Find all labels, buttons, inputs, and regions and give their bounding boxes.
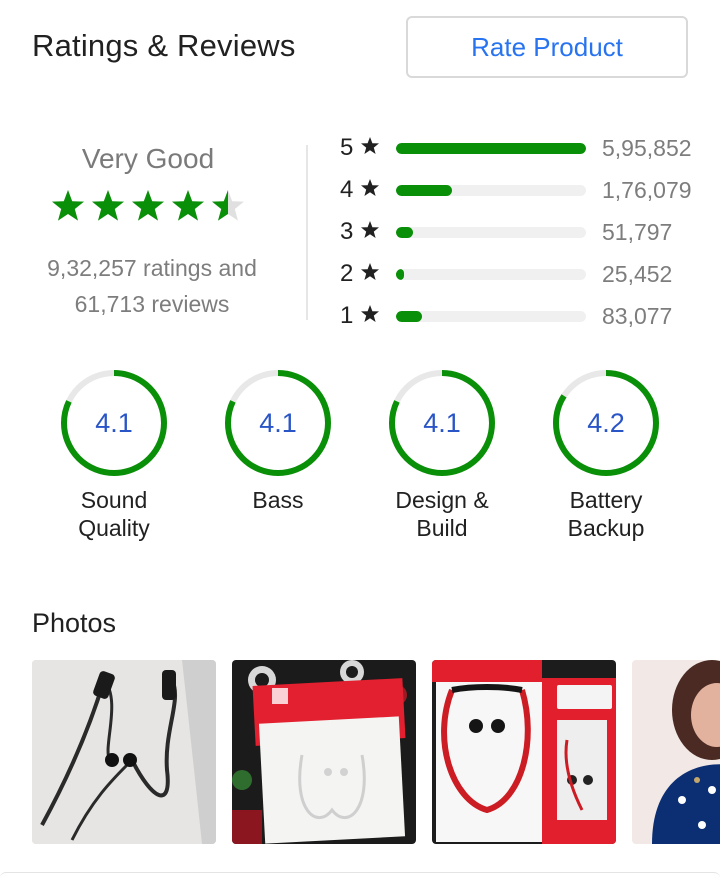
photo-strip[interactable] (32, 660, 720, 844)
aspect-rating-2[interactable]: 4.1 Bass (196, 368, 360, 558)
aspect-score: 4.1 (95, 407, 133, 438)
neckband-photo-icon (32, 660, 216, 844)
star-icon (361, 137, 379, 154)
rating-verdict: Very Good (81, 143, 215, 174)
distribution-count: 51,797 (602, 219, 673, 245)
section-title: Ratings & Reviews (32, 28, 296, 63)
review-photo-3[interactable] (432, 660, 616, 844)
rating-counts: 9,32,257 ratings and 61,713 reviews (0, 250, 304, 322)
distribution-count: 83,077 (602, 303, 673, 329)
distribution-bar-fill (396, 311, 423, 322)
distribution-row-3-star: 3 51,797 (340, 214, 710, 254)
person-photo-icon (632, 660, 720, 844)
star-icon (52, 190, 84, 221)
distribution-star-label: 5 (340, 134, 354, 161)
distribution-bar-fill (396, 227, 413, 238)
distribution-count: 1,76,079 (602, 177, 692, 203)
aspect-rating-4[interactable]: 4.2 Battery Backup (524, 368, 688, 558)
aspect-name-line1: Design & (395, 487, 489, 513)
next-section-card (0, 872, 720, 883)
rating-summary: Very Good 9,32,257 ratings and 61,713 re… (0, 130, 300, 330)
distribution-bar-track (396, 143, 586, 154)
distribution-count: 25,452 (602, 261, 673, 287)
red-neckband-photo-icon (432, 660, 616, 844)
star-icon (361, 221, 379, 238)
aspect-name-line1: Battery (569, 487, 643, 513)
aspect-name-line1: Sound (80, 487, 148, 513)
distribution-bar-track (396, 227, 586, 238)
distribution-bar-fill (396, 185, 453, 196)
review-photo-1[interactable] (32, 660, 216, 844)
aspect-score: 4.2 (587, 407, 625, 438)
distribution-star-label: 3 (340, 218, 354, 245)
star-icon (92, 190, 124, 221)
aspect-name: Sound Quality (32, 486, 196, 542)
star-icon (361, 305, 379, 322)
reviews-count: 61,713 reviews (74, 291, 230, 317)
photos-title: Photos (32, 608, 117, 638)
distribution-bar-track (396, 311, 586, 322)
aspect-name-line2: Quality (78, 515, 150, 541)
ratings-count: 9,32,257 ratings and (47, 255, 257, 281)
aspect-rating-1[interactable]: 4.1 Sound Quality (32, 368, 196, 558)
aspect-name: Design & Build (360, 486, 524, 542)
aspect-name: Battery Backup (524, 486, 688, 542)
review-photo-2[interactable] (232, 660, 416, 844)
distribution-row-4-star: 4 1,76,079 (340, 172, 710, 212)
distribution-row-1-star: 1 83,077 (340, 298, 710, 338)
distribution-star-label: 4 (340, 176, 354, 203)
aspect-rating-3[interactable]: 4.1 Design & Build (360, 368, 524, 558)
distribution-row-2-star: 2 25,452 (340, 256, 710, 296)
aspect-name-line2: Backup (567, 515, 645, 541)
rate-product-button[interactable]: Rate Product (406, 16, 688, 78)
distribution-count: 5,95,852 (602, 135, 692, 161)
star-icon (172, 190, 204, 221)
ratings-header: Ratings & Reviews Rate Product (0, 0, 720, 100)
aspect-name-line1: Bass (252, 487, 304, 513)
review-photo-4[interactable] (632, 660, 720, 844)
aspect-score: 4.1 (423, 407, 461, 438)
distribution-bar-track (396, 185, 586, 196)
distribution-bar-fill (396, 143, 586, 154)
distribution-star-label: 1 (340, 302, 354, 329)
star-icon (361, 263, 379, 280)
aspect-name-line2: Build (416, 515, 468, 541)
aspect-name: Bass (196, 486, 360, 514)
distribution-row-5-star: 5 5,95,852 (340, 130, 710, 170)
product-box-photo-icon (232, 660, 416, 844)
distribution-bar-fill (396, 269, 405, 280)
distribution-bar-track (396, 269, 586, 280)
aspect-score: 4.1 (259, 407, 297, 438)
star-icon (212, 190, 244, 221)
star-icon (132, 190, 164, 221)
distribution-star-label: 2 (340, 260, 354, 287)
summary-divider (306, 145, 308, 320)
star-icon (361, 179, 379, 196)
